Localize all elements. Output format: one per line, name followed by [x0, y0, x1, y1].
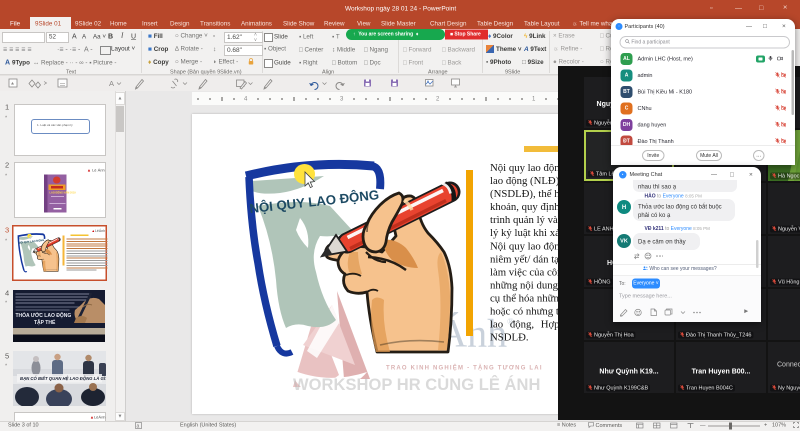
- svg-text:A: A: [109, 79, 114, 88]
- svg-text:a: a: [137, 424, 140, 430]
